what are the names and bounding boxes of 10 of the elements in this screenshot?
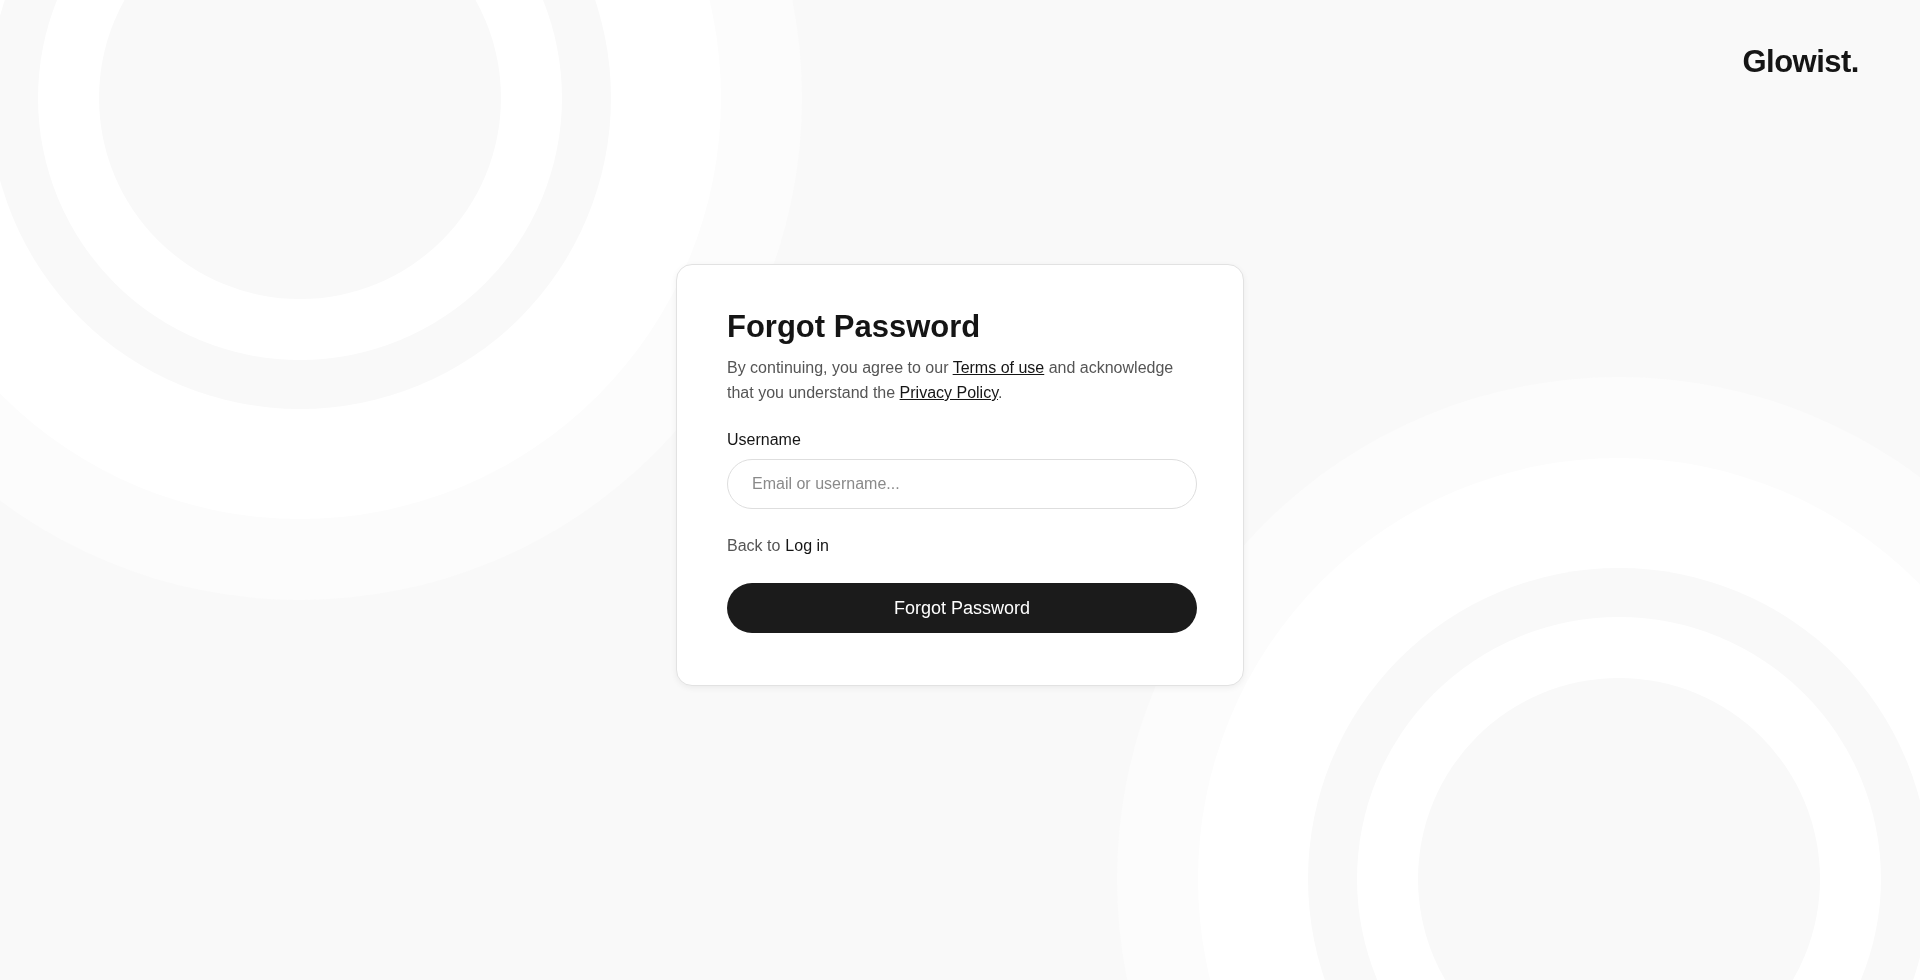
submit-button[interactable]: Forgot Password bbox=[727, 583, 1197, 633]
username-label: Username bbox=[727, 431, 802, 449]
privacy-link[interactable]: Privacy Policy bbox=[899, 384, 998, 401]
back-text: Back to bbox=[727, 537, 781, 555]
consent-text: By continuing, you agree to our Terms of use and acknowledge that you understand the Privacy Policy. bbox=[727, 358, 1175, 403]
terms-link[interactable]: Terms of use bbox=[952, 359, 1045, 376]
username-field[interactable]: Email or username... bbox=[727, 459, 1197, 509]
logo: Glowist. bbox=[1742, 44, 1859, 80]
page-title: Forgot Password bbox=[727, 309, 982, 345]
login-link[interactable]: Log in bbox=[785, 537, 829, 555]
